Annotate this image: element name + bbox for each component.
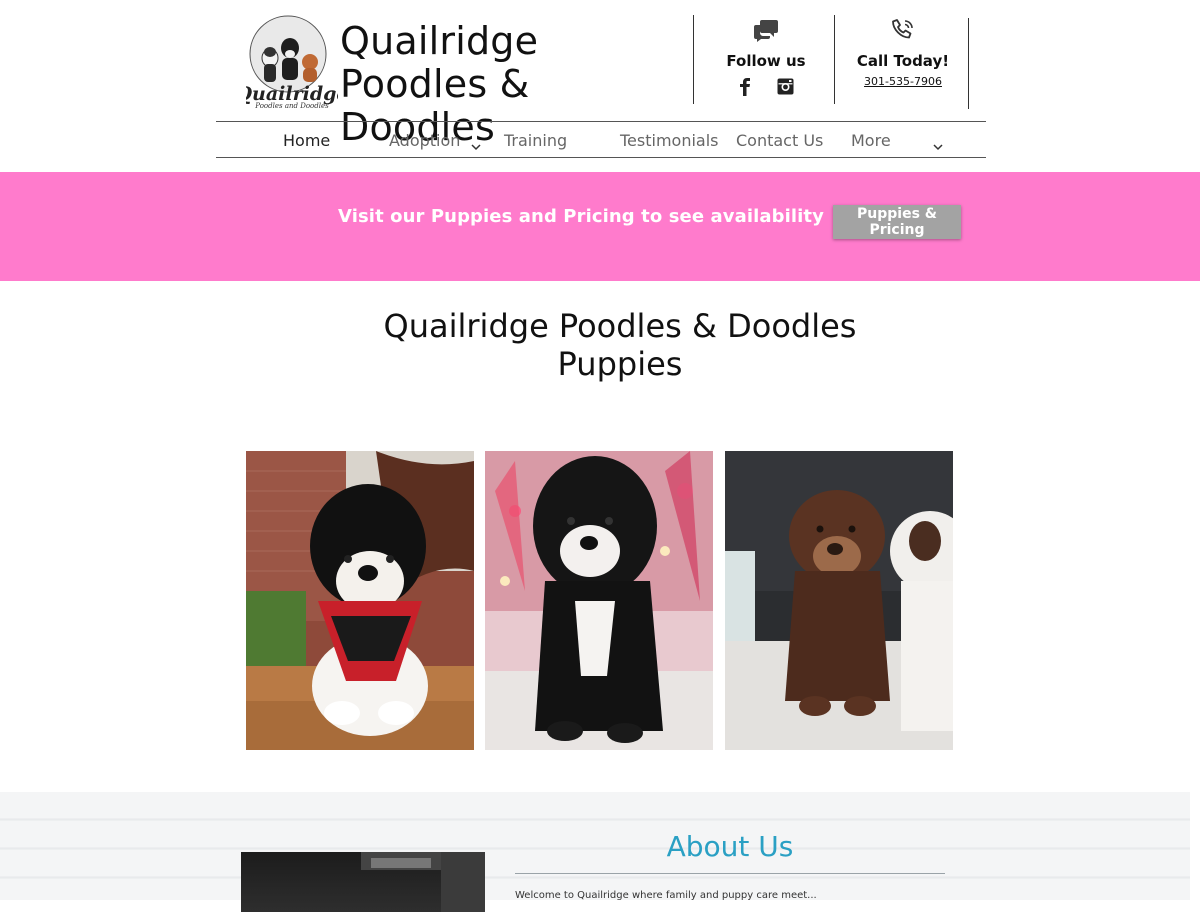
- puppies-title-line2: Puppies: [557, 345, 683, 383]
- about-photo: [241, 852, 485, 912]
- header-divider: [968, 18, 969, 109]
- puppy-photo-black-white[interactable]: [485, 451, 713, 750]
- about-us-title: About Us: [666, 830, 794, 863]
- phone-icon: [848, 18, 958, 46]
- nav-item-contact-us[interactable]: Contact Us: [736, 131, 823, 150]
- nav-item-home[interactable]: Home: [283, 131, 330, 150]
- header-divider: [834, 15, 835, 104]
- puppies-title-line1: Quailridge Poodles & Doodles: [383, 307, 857, 345]
- puppies-section-title: Quailridge Poodles & Doodles Puppies: [300, 307, 940, 383]
- about-divider: [515, 873, 945, 874]
- facebook-icon[interactable]: [739, 78, 751, 100]
- chevron-down-icon[interactable]: [471, 136, 481, 155]
- nav-item-training[interactable]: Training: [504, 131, 567, 150]
- nav-item-more[interactable]: More: [851, 131, 891, 150]
- about-text: Welcome to Quailridge where family and p…: [515, 890, 817, 901]
- logo-subtext: Poodles and Doodles: [254, 102, 329, 110]
- promo-banner: Visit our Puppies and Pricing to see ava…: [0, 172, 1200, 281]
- header-divider: [693, 15, 694, 104]
- banner-text: Visit our Puppies and Pricing to see ava…: [338, 206, 824, 227]
- site-logo[interactable]: Quailridge Poodles and Doodles: [236, 14, 349, 110]
- chat-bubbles-icon: [718, 18, 814, 46]
- main-nav: Home Adoption Training Testimonials Cont…: [216, 121, 986, 158]
- puppies-pricing-button[interactable]: Puppies & Pricing: [833, 205, 961, 239]
- nav-item-testimonials[interactable]: Testimonials: [620, 131, 719, 150]
- puppy-photo-maryland-bandana[interactable]: [246, 451, 474, 750]
- call-today-label: Call Today!: [856, 52, 950, 70]
- call-today-block: Call Today! 301-535-7906: [848, 18, 958, 89]
- chevron-down-icon[interactable]: [933, 136, 943, 155]
- nav-item-adoption[interactable]: Adoption: [389, 131, 460, 150]
- instagram-icon[interactable]: [777, 78, 794, 100]
- phone-link[interactable]: 301-535-7906: [864, 75, 942, 88]
- follow-us-block: Follow us: [718, 18, 814, 100]
- follow-us-label: Follow us: [726, 52, 806, 70]
- puppy-photo-brown[interactable]: [725, 451, 953, 750]
